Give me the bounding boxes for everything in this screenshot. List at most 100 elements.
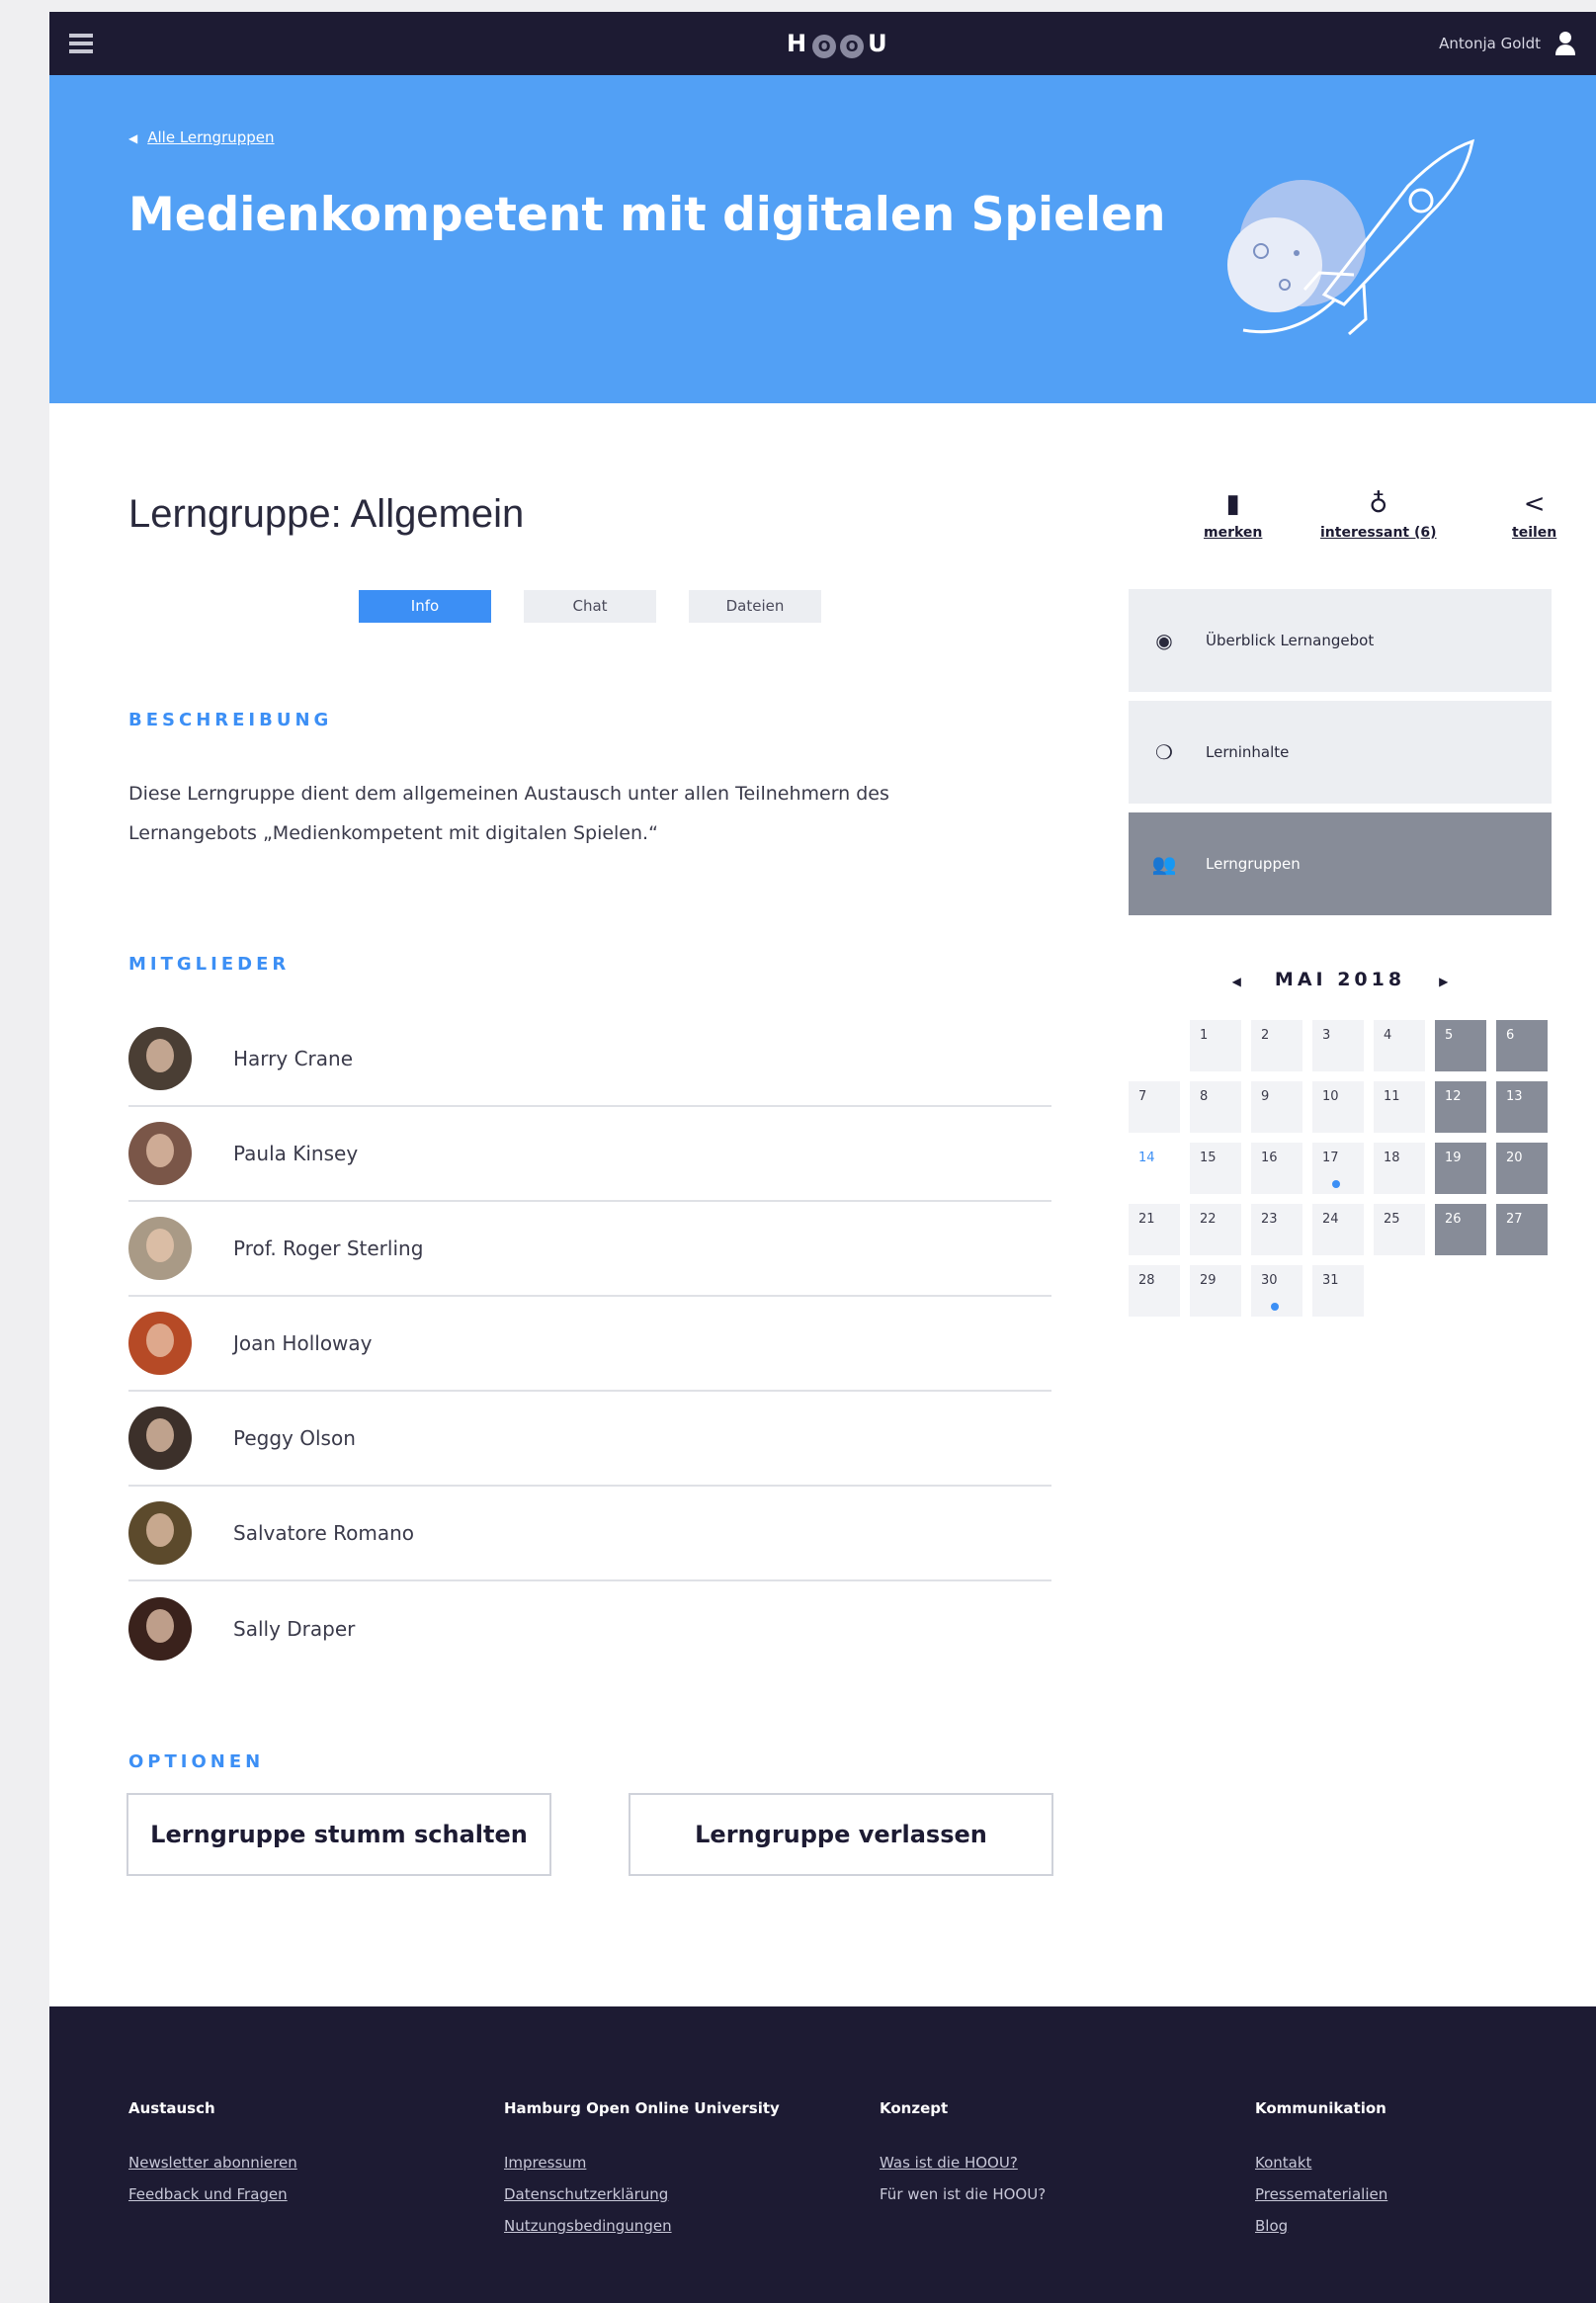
hero-banner: ◀ Alle Lerngruppen Medienkompetent mit di… [49,75,1596,403]
mute-group-button[interactable]: Lerngruppe stumm schalten [126,1793,551,1876]
lightbulb-icon: ♁ [1369,489,1388,519]
calendar-day[interactable]: 4 [1374,1020,1425,1071]
calendar-day[interactable]: 17 [1312,1143,1364,1194]
avatar [128,1407,192,1470]
member-name: Prof. Roger Sterling [233,1237,424,1260]
event-dot-icon [1271,1303,1279,1311]
nav-label: Lerninhalte [1206,743,1290,761]
member-row[interactable]: Prof. Roger Sterling [128,1202,1051,1297]
member-row[interactable]: Sally Draper [128,1581,1051,1676]
calendar-day[interactable]: 18 [1374,1143,1425,1194]
nav-learning-content[interactable]: ❍ Lerninhalte [1129,701,1552,804]
prev-month-icon[interactable]: ◀ [1232,975,1241,988]
calendar-day[interactable]: 26 [1435,1204,1486,1255]
hamburger-menu-icon[interactable] [69,34,93,53]
footer-link[interactable]: Nutzungsbedingungen [504,2210,780,2242]
share-action[interactable]: < teilen [1512,486,1556,541]
member-name: Peggy Olson [233,1426,356,1450]
bookmark-action[interactable]: ▮ merken [1204,486,1262,541]
calendar-day[interactable]: 7 [1129,1081,1180,1133]
description-text: Diese Lerngruppe dient dem allgemeinen A… [128,774,998,853]
tab-info[interactable]: Info [359,590,491,623]
calendar-day[interactable]: 10 [1312,1081,1364,1133]
options-section-label: OPTIONEN [128,1751,265,1772]
member-name: Harry Crane [233,1047,354,1070]
description-line: Diese Lerngruppe dient dem allgemeinen A… [128,783,889,805]
calendar-day[interactable]: 14 [1129,1143,1180,1194]
calendar-day-number: 23 [1261,1212,1278,1227]
footer-link[interactable]: Pressematerialien [1255,2178,1387,2210]
calendar-empty-cell [1129,1020,1180,1071]
hoou-logo[interactable]: HOOU [787,30,893,58]
calendar-day[interactable]: 19 [1435,1143,1486,1194]
calendar-day[interactable]: 25 [1374,1204,1425,1255]
calendar-day[interactable]: 12 [1435,1081,1486,1133]
user-menu[interactable]: Antonja Goldt [1439,32,1576,55]
footer-link[interactable]: Kontakt [1255,2147,1387,2178]
avatar [128,1122,192,1185]
calendar-day[interactable]: 6 [1496,1020,1548,1071]
calendar-day-number: 21 [1138,1212,1155,1227]
nav-course-overview[interactable]: ◉ Überblick Lernangebot [1129,589,1552,692]
tab-chat[interactable]: Chat [524,590,656,623]
footer-link[interactable]: Datenschutzerklärung [504,2178,780,2210]
member-row[interactable]: Joan Holloway [128,1297,1051,1392]
calendar-day-number: 24 [1322,1212,1339,1227]
options-buttons: Lerngruppe stumm schalten Lerngruppe ver… [126,1793,1053,1876]
calendar-day[interactable]: 22 [1190,1204,1241,1255]
eye-icon: ◉ [1155,629,1173,652]
calendar-day[interactable]: 29 [1190,1265,1241,1317]
footer-heading: Hamburg Open Online University [504,2099,780,2117]
next-month-icon[interactable]: ▶ [1439,975,1448,988]
calendar-day[interactable]: 20 [1496,1143,1548,1194]
calendar-day[interactable]: 15 [1190,1143,1241,1194]
calendar-day[interactable]: 2 [1251,1020,1302,1071]
bookmark-icon: ▮ [1225,489,1240,519]
member-row[interactable]: Peggy Olson [128,1392,1051,1487]
calendar-day[interactable]: 23 [1251,1204,1302,1255]
calendar-day[interactable]: 1 [1190,1020,1241,1071]
calendar-day[interactable]: 16 [1251,1143,1302,1194]
member-name: Salvatore Romano [233,1521,415,1545]
interesting-action[interactable]: ♁ interessant (6) [1320,486,1437,541]
calendar-day[interactable]: 27 [1496,1204,1548,1255]
calendar-day[interactable]: 24 [1312,1204,1364,1255]
avatar [128,1312,192,1375]
footer: Austausch Newsletter abonnieren Feedback… [49,2006,1596,2303]
calendar-day[interactable]: 9 [1251,1081,1302,1133]
footer-link[interactable]: Newsletter abonnieren [128,2147,297,2178]
calendar-day[interactable]: 13 [1496,1081,1548,1133]
member-row[interactable]: Salvatore Romano [128,1487,1051,1581]
members-section-label: MITGLIEDER [128,954,291,975]
footer-link[interactable]: Was ist die HOOU? [880,2147,1046,2178]
calendar-day-number: 25 [1384,1212,1400,1227]
calendar-day[interactable]: 31 [1312,1265,1364,1317]
leave-group-button[interactable]: Lerngruppe verlassen [629,1793,1053,1876]
nav-learning-groups[interactable]: 👥 Lerngruppen [1129,812,1552,915]
calendar-day-number: 2 [1261,1028,1270,1043]
member-name: Sally Draper [233,1617,356,1641]
course-title: Medienkompetent mit digitalen Spielen [128,188,1166,242]
footer-link[interactable]: Feedback und Fragen [128,2178,297,2210]
back-link[interactable]: ◀ Alle Lerngruppen [128,128,275,146]
calendar-day-number: 20 [1506,1151,1523,1165]
calendar-day[interactable]: 28 [1129,1265,1180,1317]
calendar-day[interactable]: 5 [1435,1020,1486,1071]
calendar-day[interactable]: 21 [1129,1204,1180,1255]
calendar-day[interactable]: 11 [1374,1081,1425,1133]
course-actions: ▮ merken ♁ interessant (6) < teilen [1117,486,1581,565]
footer-link[interactable]: Impressum [504,2147,780,2178]
calendar-day[interactable]: 3 [1312,1020,1364,1071]
back-link-label: Alle Lerngruppen [147,128,275,146]
description-line: Lernangebots „Medienkompetent mit digita… [128,822,658,844]
back-arrow-icon: ◀ [128,131,138,145]
calendar-day[interactable]: 30 [1251,1265,1302,1317]
member-row[interactable]: Harry Crane [128,1012,1051,1107]
footer-link[interactable]: Blog [1255,2210,1387,2242]
member-row[interactable]: Paula Kinsey [128,1107,1051,1202]
calendar-day-number: 19 [1445,1151,1462,1165]
footer-link[interactable]: Für wen ist die HOOU? [880,2178,1046,2210]
calendar-day[interactable]: 8 [1190,1081,1241,1133]
tab-files[interactable]: Dateien [689,590,821,623]
calendar-day-number: 4 [1384,1028,1392,1043]
